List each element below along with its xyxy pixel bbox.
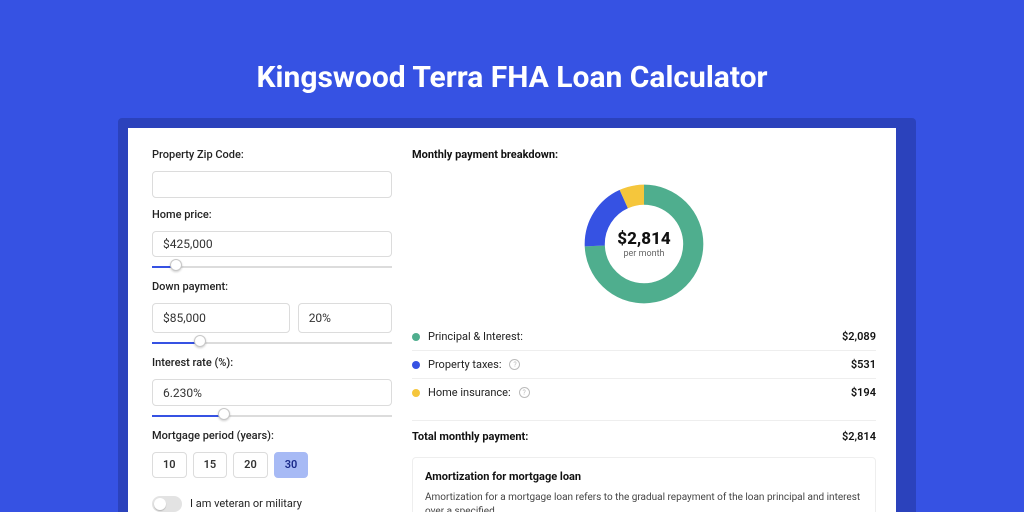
- zip-input[interactable]: [152, 171, 392, 198]
- donut-subtext: per month: [623, 249, 664, 259]
- breakdown-row: Principal & Interest: $2,089: [412, 323, 876, 350]
- breakdown-rows: Principal & Interest: $2,089 Property taxe…: [412, 323, 876, 406]
- down-payment-input[interactable]: $85,000: [152, 303, 290, 333]
- donut-center: $2,814 per month: [579, 179, 709, 309]
- page-title: Kingswood Terra FHA Loan Calculator: [0, 0, 1024, 125]
- home-price-input[interactable]: $425,000: [152, 231, 392, 258]
- home-price-label: Home price:: [152, 208, 392, 221]
- donut-amount: $2,814: [617, 229, 670, 249]
- legend-dot-green: [412, 333, 420, 341]
- donut-chart: $2,814 per month: [412, 179, 876, 309]
- breakdown-row-label: Principal & Interest:: [428, 330, 523, 343]
- amortization-text: Amortization for a mortgage loan refers …: [425, 491, 863, 512]
- veteran-toggle[interactable]: [152, 496, 182, 512]
- mortgage-period-label: Mortgage period (years):: [152, 429, 392, 442]
- down-payment-pct-input[interactable]: 20%: [298, 303, 392, 333]
- breakdown-row-label: Home insurance:: [428, 386, 511, 399]
- breakdown-row-value: $531: [851, 358, 876, 371]
- interest-rate-label: Interest rate (%):: [152, 356, 392, 369]
- total-row: Total monthly payment: $2,814: [412, 420, 876, 443]
- term-10[interactable]: 10: [152, 452, 187, 478]
- breakdown-row-value: $2,089: [842, 330, 876, 343]
- calculator-form: Property Zip Code: Home price: $425,000 …: [152, 148, 392, 512]
- veteran-toggle-label: I am veteran or military: [190, 497, 302, 510]
- slider-thumb[interactable]: [194, 335, 206, 347]
- amortization-title: Amortization for mortgage loan: [425, 470, 863, 483]
- breakdown-title: Monthly payment breakdown:: [412, 148, 876, 161]
- term-15[interactable]: 15: [193, 452, 228, 478]
- slider-thumb[interactable]: [170, 259, 182, 271]
- mortgage-period-group: 10152030: [152, 452, 392, 478]
- legend-dot-blue: [412, 361, 420, 369]
- legend-dot-yellow: [412, 389, 420, 397]
- total-label: Total monthly payment:: [412, 430, 528, 443]
- term-30[interactable]: 30: [274, 452, 309, 478]
- breakdown-row: Home insurance:? $194: [412, 378, 876, 406]
- interest-rate-slider[interactable]: [152, 412, 392, 419]
- down-payment-slider[interactable]: [152, 339, 392, 346]
- calculator-panel: Property Zip Code: Home price: $425,000 …: [128, 128, 896, 512]
- term-20[interactable]: 20: [233, 452, 268, 478]
- breakdown-section: Monthly payment breakdown: $2,814 per mo…: [412, 148, 876, 512]
- slider-thumb[interactable]: [218, 408, 230, 420]
- info-icon[interactable]: ?: [519, 387, 530, 398]
- breakdown-row: Property taxes:? $531: [412, 350, 876, 378]
- breakdown-row-value: $194: [851, 386, 876, 399]
- total-value: $2,814: [842, 430, 876, 443]
- info-icon[interactable]: ?: [509, 359, 520, 370]
- amortization-card: Amortization for mortgage loan Amortizat…: [412, 457, 876, 512]
- breakdown-row-label: Property taxes:: [428, 358, 501, 371]
- down-payment-label: Down payment:: [152, 280, 392, 293]
- home-price-slider[interactable]: [152, 263, 392, 270]
- interest-rate-input[interactable]: 6.230%: [152, 379, 392, 406]
- zip-label: Property Zip Code:: [152, 148, 392, 161]
